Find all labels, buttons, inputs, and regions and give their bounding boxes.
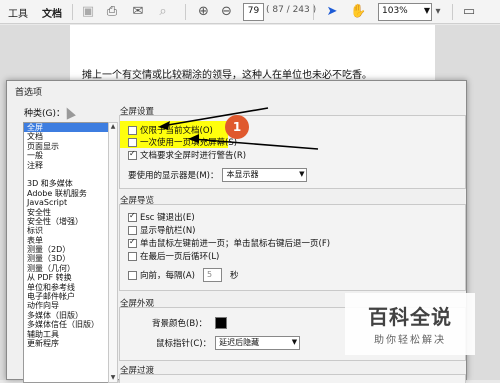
category-item[interactable]: 表单 xyxy=(24,236,108,245)
option-label: 文档要求全屏时进行警告(R) xyxy=(140,151,247,161)
option-label: 单击鼠标左键前进一页；单击鼠标右键后退一页(F) xyxy=(140,239,331,249)
pointer-value: 延迟后隐藏 xyxy=(219,338,260,347)
option-loop[interactable]: 在最后一页后循环(L) xyxy=(128,250,219,262)
monitor-row: 要使用的显示器是(M)： 本显示器 ▼ xyxy=(128,168,308,182)
option-nav-bar[interactable]: 显示导航栏(N) xyxy=(128,224,196,236)
scroll-down-icon[interactable]: ▼ xyxy=(109,374,117,382)
page-count: ( 87 / 243 ) xyxy=(266,5,317,15)
tab-document[interactable]: 文档 xyxy=(42,5,62,20)
category-item[interactable]: 注释 xyxy=(24,161,108,170)
fit-page-icon[interactable]: ▭ xyxy=(460,3,478,20)
chevron-down-icon: ▼ xyxy=(299,170,305,178)
category-item[interactable]: 测量（2D） xyxy=(24,245,108,254)
advance-seconds-input[interactable]: 5 xyxy=(202,268,222,282)
category-item[interactable]: 动作向导 xyxy=(24,301,108,310)
checkbox[interactable] xyxy=(128,251,137,261)
option-advance[interactable]: 向前，每隔(A) 5 秒 xyxy=(128,268,238,282)
hand-tool-icon[interactable]: ✋ xyxy=(350,3,366,20)
zoom-value: 103% xyxy=(382,6,408,16)
document-text-line: 摊上一个有交情或比较糊涂的领导，这种人在单位也未必不吃香。 xyxy=(82,70,372,81)
option-label: 向前，每隔(A) xyxy=(140,271,195,281)
pointer-row: 鼠标指针(C)： 延迟后隐藏 ▼ xyxy=(156,336,301,350)
checkbox-checked[interactable] xyxy=(128,237,137,248)
chevron-down-icon: ▼ xyxy=(291,338,298,346)
option-click-advance[interactable]: 单击鼠标左键前进一页；单击鼠标右键后退一页(F) xyxy=(128,237,330,249)
option-label: Esc 键退出(E) xyxy=(140,213,195,223)
category-item[interactable]: 单位和参考线 xyxy=(24,283,108,292)
category-item[interactable]: 文档 xyxy=(24,132,108,141)
option-label: 一次使用一页填充屏幕(S) xyxy=(140,138,238,148)
tab-tools[interactable]: 工具 xyxy=(8,5,28,20)
option-current-doc[interactable]: 仅限于当前文档(O) xyxy=(128,124,213,136)
toolbar-divider xyxy=(313,4,314,20)
category-item[interactable]: 辅助工具 xyxy=(24,330,108,339)
toolbar-divider xyxy=(185,4,186,20)
category-item[interactable]: 多媒体信任（旧版） xyxy=(24,320,108,329)
monitor-value: 本显示器 xyxy=(226,170,259,179)
checkbox[interactable] xyxy=(128,125,137,135)
toolbar-divider xyxy=(72,4,73,20)
category-item[interactable]: 3D 和多媒体 xyxy=(24,179,108,188)
option-label: 仅限于当前文档(O) xyxy=(140,126,213,136)
zoom-select[interactable]: 103% ▼ xyxy=(378,3,432,21)
checkbox-checked[interactable] xyxy=(128,211,137,222)
group-fullscreen-transition xyxy=(119,374,466,383)
page-up-icon[interactable]: ⊕ xyxy=(195,3,212,20)
select-cursor-icon[interactable]: ➤ xyxy=(325,3,339,20)
bg-color-swatch[interactable] xyxy=(214,317,227,329)
monitor-label: 要使用的显示器是(M)： xyxy=(128,171,219,181)
app-toolbar: 工具 文档 ▣ ⎙ ✉ ⌕ ⊕ ⊖ 79 ( 87 / 243 ) ➤ ✋ 10… xyxy=(0,0,500,24)
advance-unit: 秒 xyxy=(229,271,239,281)
page-down-icon[interactable]: ⊖ xyxy=(218,3,235,20)
email-icon[interactable]: ✉ xyxy=(130,3,146,20)
group-fullscreen-nav: Esc 键退出(E) 显示导航栏(N) 单击鼠标左键前进一页；单击鼠标右键后退一… xyxy=(119,204,466,291)
category-item[interactable]: 标识 xyxy=(24,226,108,235)
checkbox[interactable] xyxy=(128,137,137,147)
pointer-label: 鼠标指针(C)： xyxy=(156,339,212,349)
category-item[interactable]: 测量（几何） xyxy=(24,264,108,273)
pointer-select[interactable]: 延迟后隐藏 ▼ xyxy=(215,336,301,350)
checkbox-checked[interactable] xyxy=(128,149,137,160)
chevron-down-icon: ▼ xyxy=(423,6,430,15)
group-fullscreen-setup: 仅限于当前文档(O) 一次使用一页填充屏幕(S) 文档要求全屏时进行警告(R) … xyxy=(119,115,466,189)
category-scrollbar[interactable]: ▲ ▼ xyxy=(108,122,118,383)
option-label: 在最后一页后循环(L) xyxy=(140,252,220,262)
category-list[interactable]: 全屏 文档 页面显示 一般 注释 3D 和多媒体 Adobe 联机服务 JavaScript 安… xyxy=(23,122,109,383)
step-badge: 1 xyxy=(225,115,249,139)
bg-color-row: 背景颜色(B)： xyxy=(152,317,227,329)
checkbox[interactable] xyxy=(128,225,137,235)
watermark-title: 百科全说 xyxy=(368,305,452,329)
option-esc[interactable]: Esc 键退出(E) xyxy=(128,211,195,223)
save-icon[interactable]: ▣ xyxy=(80,3,96,20)
option-one-page[interactable]: 一次使用一页填充屏幕(S) xyxy=(128,136,237,148)
print-icon[interactable]: ⎙ xyxy=(104,3,120,20)
monitor-select[interactable]: 本显示器 ▼ xyxy=(222,168,308,182)
watermark: 百科全说 助你轻松解决 xyxy=(345,293,475,355)
page-number-input[interactable]: 79 xyxy=(243,3,264,21)
category-item[interactable]: 安全性 xyxy=(24,208,108,217)
category-item xyxy=(24,170,108,179)
category-item[interactable]: JavaScript xyxy=(24,198,108,207)
option-warn[interactable]: 文档要求全屏时进行警告(R) xyxy=(128,149,246,161)
bg-color-label: 背景颜色(B)： xyxy=(152,319,207,329)
category-item[interactable]: 测量（3D） xyxy=(24,254,108,263)
category-item[interactable]: 全屏 xyxy=(24,123,108,133)
category-item[interactable]: 从 PDF 转换 xyxy=(24,273,108,282)
category-item[interactable]: 更新程序 xyxy=(24,339,108,348)
category-label: 种类(G)： xyxy=(24,109,65,119)
toolbar-divider xyxy=(452,4,453,20)
search-icon[interactable]: ⌕ xyxy=(155,3,171,20)
category-item[interactable]: 多媒体（旧版） xyxy=(24,311,108,320)
category-item[interactable]: 一般 xyxy=(24,151,108,160)
dialog-title: 首选项 xyxy=(15,88,43,98)
category-item[interactable]: Adobe 联机服务 xyxy=(24,189,108,198)
zoom-down-icon[interactable]: ▾ xyxy=(432,3,444,20)
scroll-up-icon[interactable]: ▲ xyxy=(109,123,117,131)
category-item[interactable]: 电子邮件帐户 xyxy=(24,292,108,301)
category-item[interactable]: 安全性（增强） xyxy=(24,217,108,226)
category-item[interactable]: 页面显示 xyxy=(24,142,108,151)
checkbox[interactable] xyxy=(128,270,137,280)
watermark-subtitle: 助你轻松解决 xyxy=(374,335,446,346)
option-label: 显示导航栏(N) xyxy=(140,226,196,236)
